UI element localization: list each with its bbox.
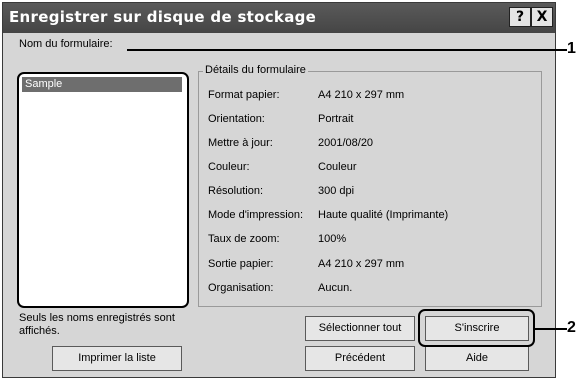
color-label: Couleur:	[208, 161, 250, 173]
note-line-2: affichés.	[19, 325, 60, 337]
update-date-value: 2001/08/20	[318, 137, 374, 149]
register-highlight	[418, 309, 535, 347]
help-dialog-button[interactable]: Aide	[425, 346, 529, 371]
paper-output-value: A4 210 x 297 mm	[318, 258, 405, 270]
paper-output-label: Sortie papier:	[208, 258, 274, 270]
dialog-title: Enregistrer sur disque de stockage	[9, 8, 317, 26]
callout-2-number: 2	[567, 319, 576, 336]
paper-size-label: Format papier:	[208, 89, 280, 101]
paper-size-value: A4 210 x 297 mm	[318, 89, 405, 101]
callout-2-line	[535, 328, 567, 330]
print-list-button[interactable]: Imprimer la liste	[52, 346, 182, 371]
list-item[interactable]: Sample	[22, 77, 182, 92]
form-details-title: Détails du formulaire	[203, 64, 308, 76]
select-all-button[interactable]: Sélectionner tout	[305, 316, 415, 341]
title-bar: Enregistrer sur disque de stockage ? X	[3, 3, 555, 33]
form-name-label: Nom du formulaire:	[19, 38, 113, 50]
organisation-label: Organisation:	[208, 282, 274, 294]
resolution-label: Résolution:	[208, 185, 264, 197]
update-date-label: Mettre à jour:	[208, 137, 273, 149]
close-button[interactable]: X	[531, 7, 553, 27]
help-button[interactable]: ?	[509, 7, 531, 27]
resolution-value: 300 dpi	[318, 185, 355, 197]
zoom-rate-label: Taux de zoom:	[208, 233, 280, 245]
color-value: Couleur	[318, 161, 357, 173]
form-list[interactable]: Sample	[17, 72, 189, 308]
print-mode-value: Haute qualité (Imprimante)	[318, 209, 449, 221]
note-line-1: Seuls les noms enregistrés sont	[19, 312, 175, 324]
organisation-value: Aucun.	[318, 282, 353, 294]
orientation-label: Orientation:	[208, 113, 265, 125]
previous-button[interactable]: Précédent	[305, 346, 415, 371]
print-mode-label: Mode d'impression:	[208, 209, 304, 221]
zoom-rate-value: 100%	[318, 233, 347, 245]
callout-1-number: 1	[567, 40, 576, 57]
orientation-value: Portrait	[318, 113, 354, 125]
callout-1-line	[127, 49, 567, 51]
